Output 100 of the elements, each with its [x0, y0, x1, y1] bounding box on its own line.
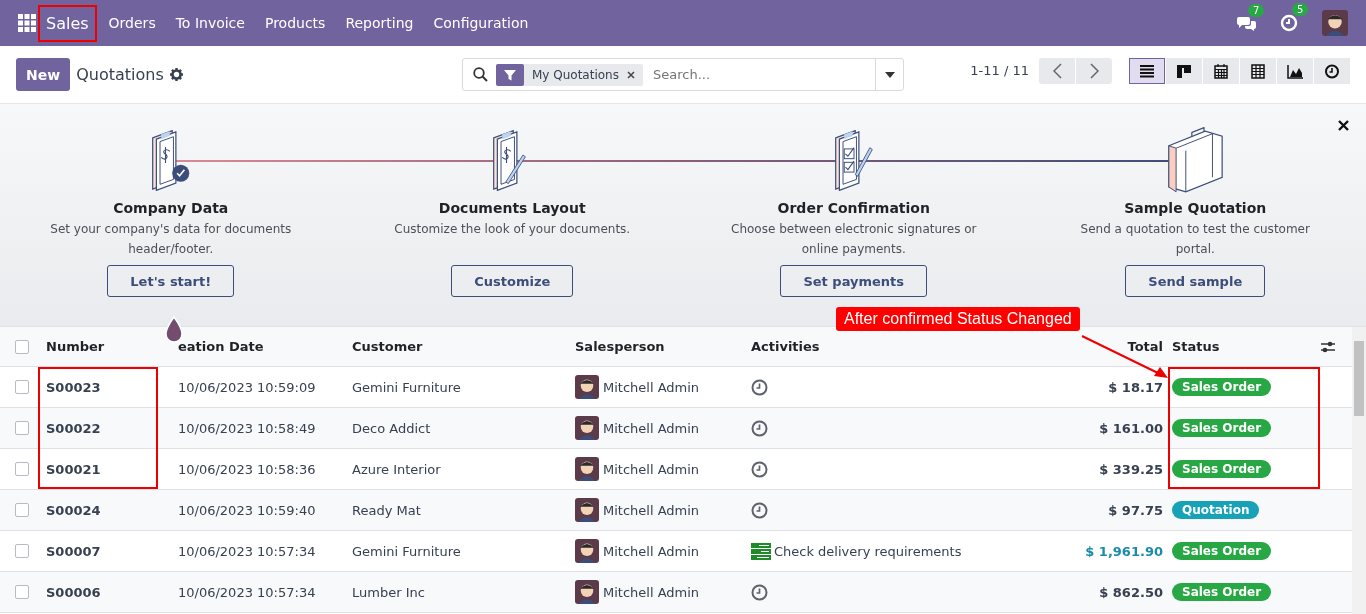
table-cell: $ 1,961.90: [1085, 543, 1163, 559]
settings-icon[interactable]: [169, 68, 183, 81]
step-title: Documents Layout: [438, 200, 586, 216]
step-button[interactable]: Send sample: [1125, 265, 1266, 297]
clock-icon[interactable]: [751, 460, 768, 478]
select-all-checkbox[interactable]: [15, 339, 29, 354]
clock-icon[interactable]: [751, 419, 768, 437]
user-avatar[interactable]: [1322, 10, 1348, 36]
kanban-view-icon: [1176, 62, 1192, 79]
column-header[interactable]: Salesperson: [575, 339, 665, 354]
counter-badge: 5: [1292, 3, 1309, 16]
table-cell: 10/06/2023 10:57:34: [178, 584, 316, 600]
step-description: Send a quotation to test the customer portal.: [1079, 221, 1311, 258]
avatar-icon: [575, 375, 599, 399]
row-checkbox[interactable]: [15, 585, 29, 599]
table-cell: 10/06/2023 10:57:34: [178, 543, 316, 559]
column-header[interactable]: eation Date: [178, 339, 264, 354]
avatar-icon: [575, 416, 599, 440]
next-button[interactable]: [1076, 57, 1112, 84]
status-badge: Sales Order: [1172, 542, 1272, 560]
table-cell: Deco Addict: [352, 420, 431, 436]
table-cell: S00024: [46, 502, 101, 518]
column-options-icon[interactable]: [1320, 339, 1336, 354]
clock-icon[interactable]: [751, 501, 768, 519]
search-icon: [473, 67, 488, 82]
menu-item[interactable]: To Invoice: [165, 15, 255, 31]
table-cell: 10/06/2023 10:58:49: [178, 420, 316, 436]
step-button[interactable]: Set payments: [780, 265, 928, 297]
status-badge: Sales Order: [1172, 583, 1272, 601]
filter-icon: [496, 63, 524, 86]
step-button[interactable]: Customize: [451, 265, 574, 297]
row-checkbox[interactable]: [15, 380, 29, 394]
table-cell: $ 97.75: [1108, 502, 1163, 518]
counter-badge: 7: [1248, 4, 1265, 17]
close-icon[interactable]: [626, 70, 635, 79]
table-cell: Mitchell Admin: [603, 420, 700, 436]
table-cell: $ 161.00: [1099, 420, 1163, 436]
table-cell: Lumber Inc: [352, 584, 425, 600]
chevron-left-icon: [1052, 62, 1062, 79]
avatar-icon: [575, 457, 599, 481]
menu-item[interactable]: Configuration: [423, 15, 539, 31]
column-header[interactable]: Status: [1172, 339, 1220, 354]
table-cell: Azure Interior: [352, 461, 441, 477]
clock-icon[interactable]: [751, 378, 768, 396]
table-cell: $ 18.17: [1108, 379, 1163, 395]
avatar-icon: [575, 539, 599, 563]
row-checkbox[interactable]: [15, 462, 29, 476]
tasks-icon[interactable]: [751, 542, 771, 560]
avatar-icon: [575, 580, 599, 604]
area-chart-icon: [1287, 62, 1303, 79]
close-icon[interactable]: [1338, 120, 1349, 131]
menu-item[interactable]: Orders: [98, 15, 166, 31]
menu-item[interactable]: Products: [254, 15, 336, 31]
table-cell: Gemini Furniture: [352, 543, 461, 559]
view-button[interactable]: [1129, 57, 1165, 84]
row-checkbox[interactable]: [15, 503, 29, 517]
table-cell: Mitchell Admin: [603, 502, 700, 518]
clock-icon: [1324, 62, 1340, 79]
new-button[interactable]: New: [16, 58, 71, 91]
step-button[interactable]: Let's start!: [107, 265, 235, 297]
step-title: Company Data: [113, 200, 229, 216]
table-cell: S00021: [46, 461, 101, 477]
menu-item[interactable]: Reporting: [335, 15, 424, 31]
apps-menu-icon[interactable]: [18, 14, 36, 32]
table-cell: Gemini Furniture: [352, 379, 461, 395]
clock-icon[interactable]: [751, 583, 768, 601]
status-badge: Sales Order: [1172, 419, 1272, 437]
chat-icon[interactable]: [1236, 15, 1256, 31]
column-header[interactable]: Number: [46, 339, 105, 354]
table-cell: S00006: [46, 584, 101, 600]
list-view-icon: [1139, 62, 1155, 79]
chevron-right-icon: [1089, 62, 1099, 79]
step-description: Customize the look of your documents.: [393, 221, 632, 238]
column-header[interactable]: Customer: [352, 339, 423, 354]
page-title: Quotations: [76, 65, 164, 84]
table-cell: Mitchell Admin: [603, 461, 700, 477]
table-cell: Mitchell Admin: [603, 584, 700, 600]
pager-value: 1-11 / 11: [970, 63, 1029, 78]
avatar-icon: [575, 498, 599, 522]
column-header[interactable]: Activities: [751, 339, 820, 354]
table-cell: 10/06/2023 10:59:40: [178, 502, 316, 518]
activity-text[interactable]: Check delivery requirements: [774, 543, 962, 559]
filter-facet[interactable]: My Quotations: [496, 63, 643, 86]
step-description: Set your company's data for documents header/footer.: [49, 221, 293, 258]
app-name[interactable]: Sales: [40, 6, 95, 40]
table-cell: S00023: [46, 379, 101, 395]
status-badge: Sales Order: [1172, 460, 1272, 478]
step-title: Order Confirmation: [777, 200, 930, 216]
table-cell: $ 339.25: [1099, 461, 1163, 477]
previous-button[interactable]: [1039, 57, 1075, 84]
scrollbar[interactable]: [1352, 327, 1366, 614]
callout-label: After confirmed Status Changed: [836, 307, 1080, 331]
search-field[interactable]: My Quotations Search...: [462, 58, 904, 91]
row-checkbox[interactable]: [15, 544, 29, 558]
table-cell: 10/06/2023 10:59:09: [178, 379, 316, 395]
table-cell: S00007: [46, 543, 101, 559]
row-checkbox[interactable]: [15, 421, 29, 435]
caret-icon[interactable]: [884, 71, 895, 78]
step-title: Sample Quotation: [1124, 200, 1267, 216]
column-header[interactable]: Total: [1127, 339, 1163, 354]
